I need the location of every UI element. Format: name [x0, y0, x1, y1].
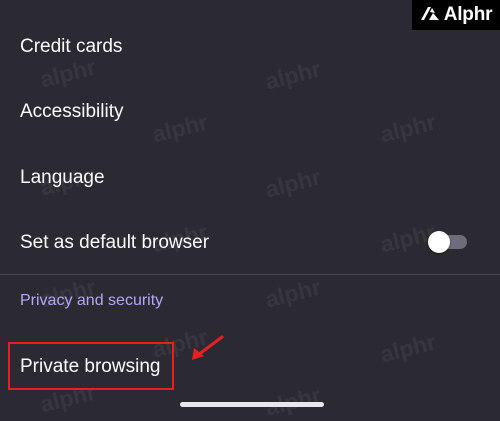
- setting-accessibility[interactable]: Accessibility: [20, 101, 123, 123]
- watermark-text: alphr: [262, 55, 324, 95]
- alphr-logo: Alphr: [412, 0, 500, 30]
- section-divider: [0, 274, 500, 275]
- setting-default-browser[interactable]: Set as default browser: [20, 232, 209, 254]
- watermark-text: alphr: [262, 163, 324, 203]
- watermark-text: alphr: [377, 328, 439, 368]
- watermark-text: alphr: [262, 273, 324, 313]
- watermark-text: alphr: [149, 108, 211, 148]
- alphr-logo-text: Alphr: [443, 4, 493, 25]
- setting-language[interactable]: Language: [20, 167, 105, 189]
- setting-credit-cards[interactable]: Credit cards: [20, 36, 122, 58]
- red-arrow-icon: [190, 334, 226, 369]
- default-browser-toggle[interactable]: [428, 231, 468, 253]
- watermark-text: alphr: [377, 108, 439, 148]
- highlight-box: [8, 342, 174, 390]
- home-indicator: [180, 402, 324, 407]
- watermark-text: alphr: [37, 53, 99, 93]
- alphr-logo-icon: [420, 4, 440, 27]
- toggle-knob: [428, 231, 450, 253]
- section-header-privacy: Privacy and security: [20, 292, 164, 309]
